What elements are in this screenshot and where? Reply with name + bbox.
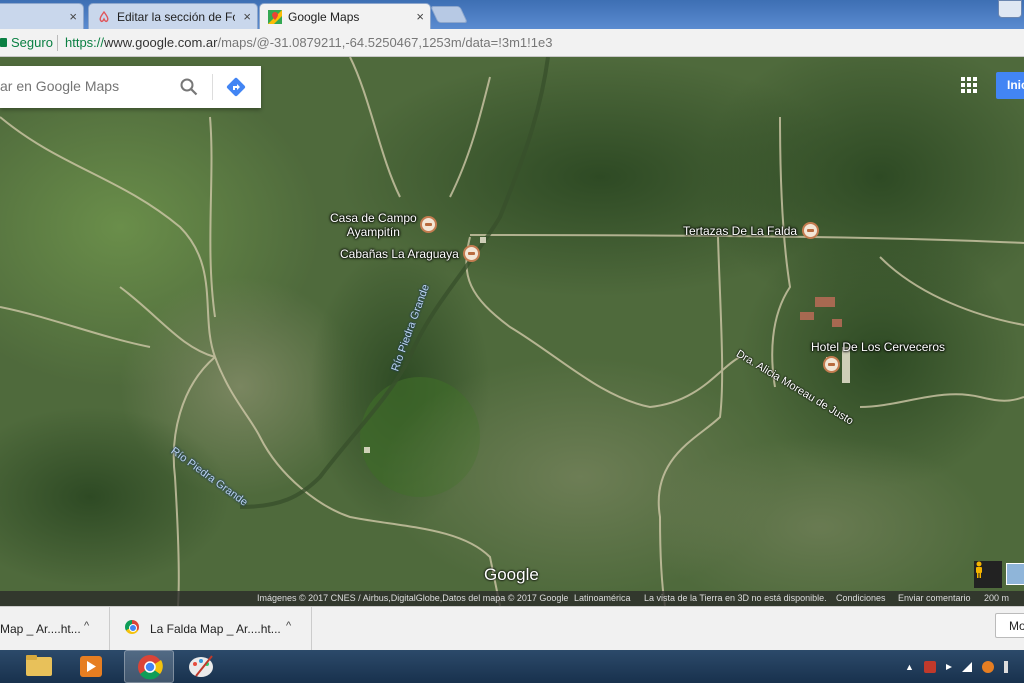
map-layer-toggle[interactable] <box>1006 563 1024 585</box>
pegman-icon <box>976 561 982 578</box>
place-label-hotel-de-los-cerveceros[interactable]: Hotel De Los Cerveceros <box>811 340 945 354</box>
scale-bar[interactable]: 200 m <box>984 593 1009 603</box>
tab-strip: × Editar la sección de Fotos × Google Ma… <box>0 0 1024 29</box>
close-icon[interactable]: × <box>416 9 424 24</box>
sign-in-button[interactable]: Inic <box>996 72 1024 99</box>
search-icon[interactable] <box>180 78 198 96</box>
network-icon[interactable] <box>961 662 972 672</box>
lock-icon <box>0 38 7 47</box>
tab-editar-fotos[interactable]: Editar la sección de Fotos × <box>88 3 258 29</box>
taskbar-media-player[interactable] <box>66 650 116 683</box>
place-label-cabanas-la-araguaya[interactable]: Cabañas La Araguaya <box>340 247 459 261</box>
tab-label: Google Maps <box>288 9 360 24</box>
tray-expand-icon[interactable]: ▲ <box>905 662 914 672</box>
earth-3d-notice: La vista de la Tierra en 3D no está disp… <box>644 593 827 603</box>
search-input[interactable]: ar en Google Maps <box>0 78 119 94</box>
imagery-credit: Imágenes © 2017 CNES / Airbus,DigitalGlo… <box>257 593 569 603</box>
street-view-control[interactable] <box>974 561 1002 588</box>
url-host: www.google.com.ar <box>104 35 218 50</box>
taskbar: ▲ <box>0 650 1024 683</box>
paint-icon <box>189 655 213 677</box>
alert-icon[interactable] <box>981 661 994 673</box>
tab-label: Editar la sección de Fotos <box>117 9 235 24</box>
directions-icon[interactable] <box>226 77 246 97</box>
chevron-up-icon[interactable]: ^ <box>286 620 291 632</box>
url-text[interactable]: https://www.google.com.ar/maps/@-31.0879… <box>65 35 552 50</box>
place-label-tertazas-de-la-falda[interactable]: Tertazas De La Falda <box>683 224 797 238</box>
security-indicator[interactable]: Seguro <box>0 35 53 50</box>
close-icon[interactable]: × <box>243 9 251 24</box>
terms-link[interactable]: Condiciones <box>836 593 886 603</box>
secure-label: Seguro <box>11 35 53 50</box>
hotel-icon[interactable] <box>823 356 840 373</box>
google-logo: Google <box>484 565 539 584</box>
hotel-icon[interactable] <box>463 245 480 262</box>
download-filename: La Falda Map _ Ar....ht... <box>150 622 281 636</box>
feedback-link[interactable]: Enviar comentario <box>898 593 971 603</box>
chrome-icon <box>125 620 139 634</box>
url-path: /maps/@-31.0879211,-64.5250467,1253m/dat… <box>217 35 553 50</box>
volume-icon[interactable] <box>945 664 952 670</box>
download-item[interactable]: La Falda Map _ Ar....ht... ^ <box>110 607 312 650</box>
folder-icon <box>26 655 52 676</box>
downloads-shelf: Map _ Ar....ht... ^ La Falda Map _ Ar...… <box>0 606 1024 650</box>
system-tray: ▲ <box>905 659 1008 675</box>
map-imagery <box>0 57 1024 606</box>
search-box: ar en Google Maps <box>0 66 261 108</box>
address-bar[interactable]: Seguro https://www.google.com.ar/maps/@-… <box>0 29 1024 57</box>
satellite-map[interactable]: Casa de Campo Ayampitín Cabañas La Aragua… <box>0 57 1024 606</box>
close-icon[interactable]: × <box>69 9 77 24</box>
antivirus-icon[interactable] <box>923 661 936 673</box>
divider <box>212 74 213 100</box>
region-link[interactable]: Latinoamérica <box>574 593 631 603</box>
download-filename: Map _ Ar....ht... <box>0 622 81 636</box>
place-label-casa-de-campo[interactable]: Casa de Campo Ayampitín <box>330 211 417 239</box>
chrome-icon <box>138 655 163 680</box>
window-control[interactable] <box>998 0 1022 18</box>
tab-google-maps[interactable]: Google Maps × <box>259 3 431 29</box>
taskbar-explorer[interactable] <box>14 650 64 683</box>
show-all-button[interactable]: Mo <box>995 613 1024 638</box>
google-maps-icon <box>268 9 282 24</box>
airbnb-icon <box>99 10 109 22</box>
divider <box>57 35 58 51</box>
flag-icon[interactable] <box>1003 661 1008 673</box>
apps-grid-icon[interactable] <box>961 77 977 93</box>
url-scheme: https:// <box>65 35 105 50</box>
new-tab-button[interactable] <box>430 6 468 23</box>
chevron-up-icon[interactable]: ^ <box>84 620 89 632</box>
tab-previous[interactable]: × <box>0 3 84 29</box>
taskbar-chrome[interactable] <box>124 650 174 683</box>
map-attribution: Imágenes © 2017 CNES / Airbus,DigitalGlo… <box>0 591 1024 606</box>
media-player-icon <box>80 656 102 677</box>
taskbar-paint[interactable] <box>176 650 226 683</box>
hotel-icon[interactable] <box>420 216 437 233</box>
hotel-icon[interactable] <box>802 222 819 239</box>
download-item[interactable]: Map _ Ar....ht... ^ <box>0 607 110 650</box>
